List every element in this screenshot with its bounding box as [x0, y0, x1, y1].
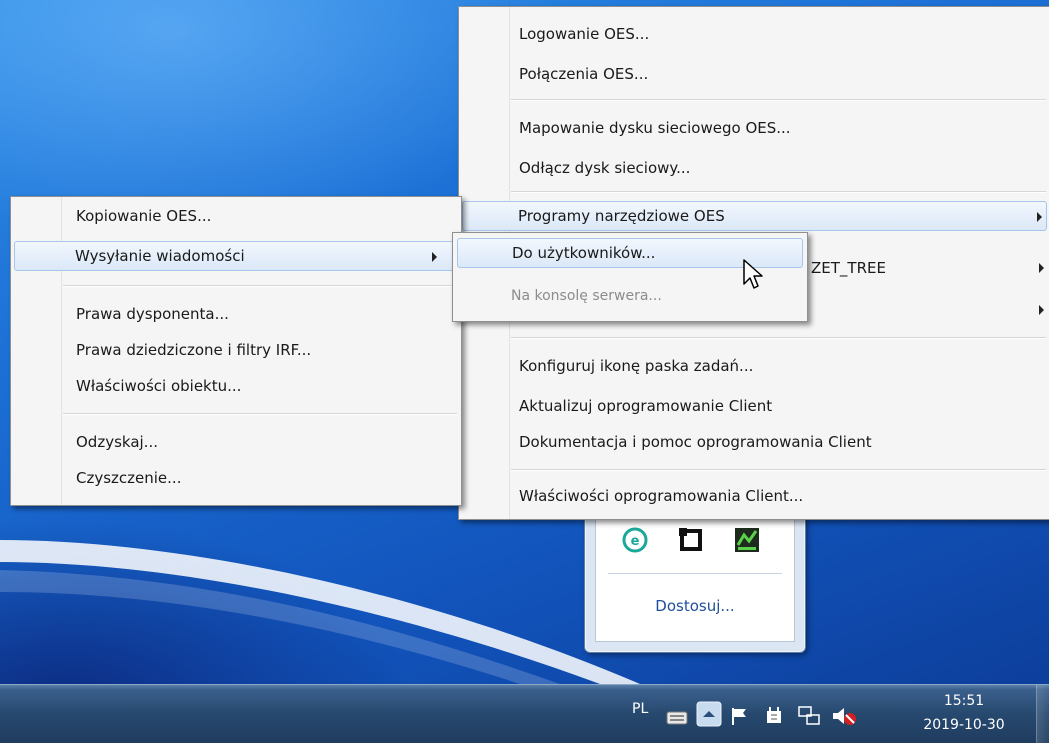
menu-item-client-properties[interactable]: Właściwości oprogramowania Client... [461, 481, 1048, 511]
language-indicator[interactable]: PL [632, 701, 648, 717]
power-icon[interactable] [763, 705, 785, 727]
svg-text:e: e [631, 534, 640, 549]
menu-item-inherited-rights[interactable]: Prawa dziedziczone i filtry IRF... [13, 335, 459, 365]
taskbar: PL 15:51 2019-10-30 [0, 684, 1049, 743]
menu-separator [63, 285, 457, 287]
menu-item-disconnect-drive[interactable]: Odłącz dysk sieciowy... [461, 153, 1048, 183]
menu-item-purge[interactable]: Czyszczenie... [13, 463, 459, 493]
mouse-cursor-icon [743, 259, 763, 289]
submenu-arrow-icon [1039, 305, 1044, 315]
tray-overflow-panel: e Dostosuj... [595, 510, 795, 642]
submenu-arrow-icon [1039, 263, 1044, 273]
menu-item-object-properties[interactable]: Właściwości obiektu... [13, 371, 459, 401]
green-app-icon[interactable] [732, 525, 762, 555]
tray-overflow-popup: e Dostosuj... [584, 505, 806, 653]
menu-separator [511, 191, 1046, 193]
menu-separator [511, 337, 1046, 339]
show-desktop-button[interactable] [1036, 685, 1049, 743]
keyboard-icon[interactable] [665, 705, 689, 727]
volume-muted-icon[interactable] [831, 705, 857, 727]
menu-item-trustee-rights[interactable]: Prawa dysponenta... [13, 299, 459, 329]
menu-item-oes-connections[interactable]: Połączenia OES... [461, 59, 1048, 89]
clock-time: 15:51 [943, 693, 985, 709]
menu-separator [511, 469, 1046, 471]
oes-utilities-submenu: Kopiowanie OES... Wysyłanie wiadomości P… [10, 196, 462, 506]
menu-item-salvage[interactable]: Odzyskaj... [13, 427, 459, 457]
menu-item-map-drive[interactable]: Mapowanie dysku sieciowego OES... [461, 113, 1048, 143]
menu-item-update-client[interactable]: Aktualizuj oprogramowanie Client [461, 391, 1048, 421]
menu-item-oes-copy[interactable]: Kopiowanie OES... [13, 201, 459, 231]
menu-item-configure-tray-icon[interactable]: Konfiguruj ikonę paska zadań... [461, 351, 1048, 381]
submenu-arrow-icon [1037, 212, 1042, 222]
submenu-arrow-icon [432, 252, 437, 262]
customize-link[interactable]: Dostosuj... [596, 597, 794, 615]
menu-item-send-message[interactable]: Wysyłanie wiadomości [14, 241, 458, 271]
system-clock[interactable]: 15:51 2019-10-30 [920, 689, 1008, 737]
menu-item-oes-utilities[interactable]: Programy narzędziowe OES [462, 201, 1047, 231]
menu-item-oes-login[interactable]: Logowanie OES... [461, 19, 1048, 49]
menu-item-client-docs[interactable]: Dokumentacja i pomoc oprogramowania Clie… [461, 427, 1048, 457]
menu-separator [63, 413, 457, 415]
network-icon[interactable] [797, 705, 821, 727]
menu-separator [511, 99, 1046, 101]
action-center-flag-icon[interactable] [729, 705, 751, 727]
eset-icon[interactable]: e [620, 525, 650, 555]
clock-date: 2019-10-30 [923, 717, 1005, 733]
square-app-icon[interactable] [676, 525, 706, 555]
show-hidden-icons-icon[interactable] [696, 701, 722, 727]
